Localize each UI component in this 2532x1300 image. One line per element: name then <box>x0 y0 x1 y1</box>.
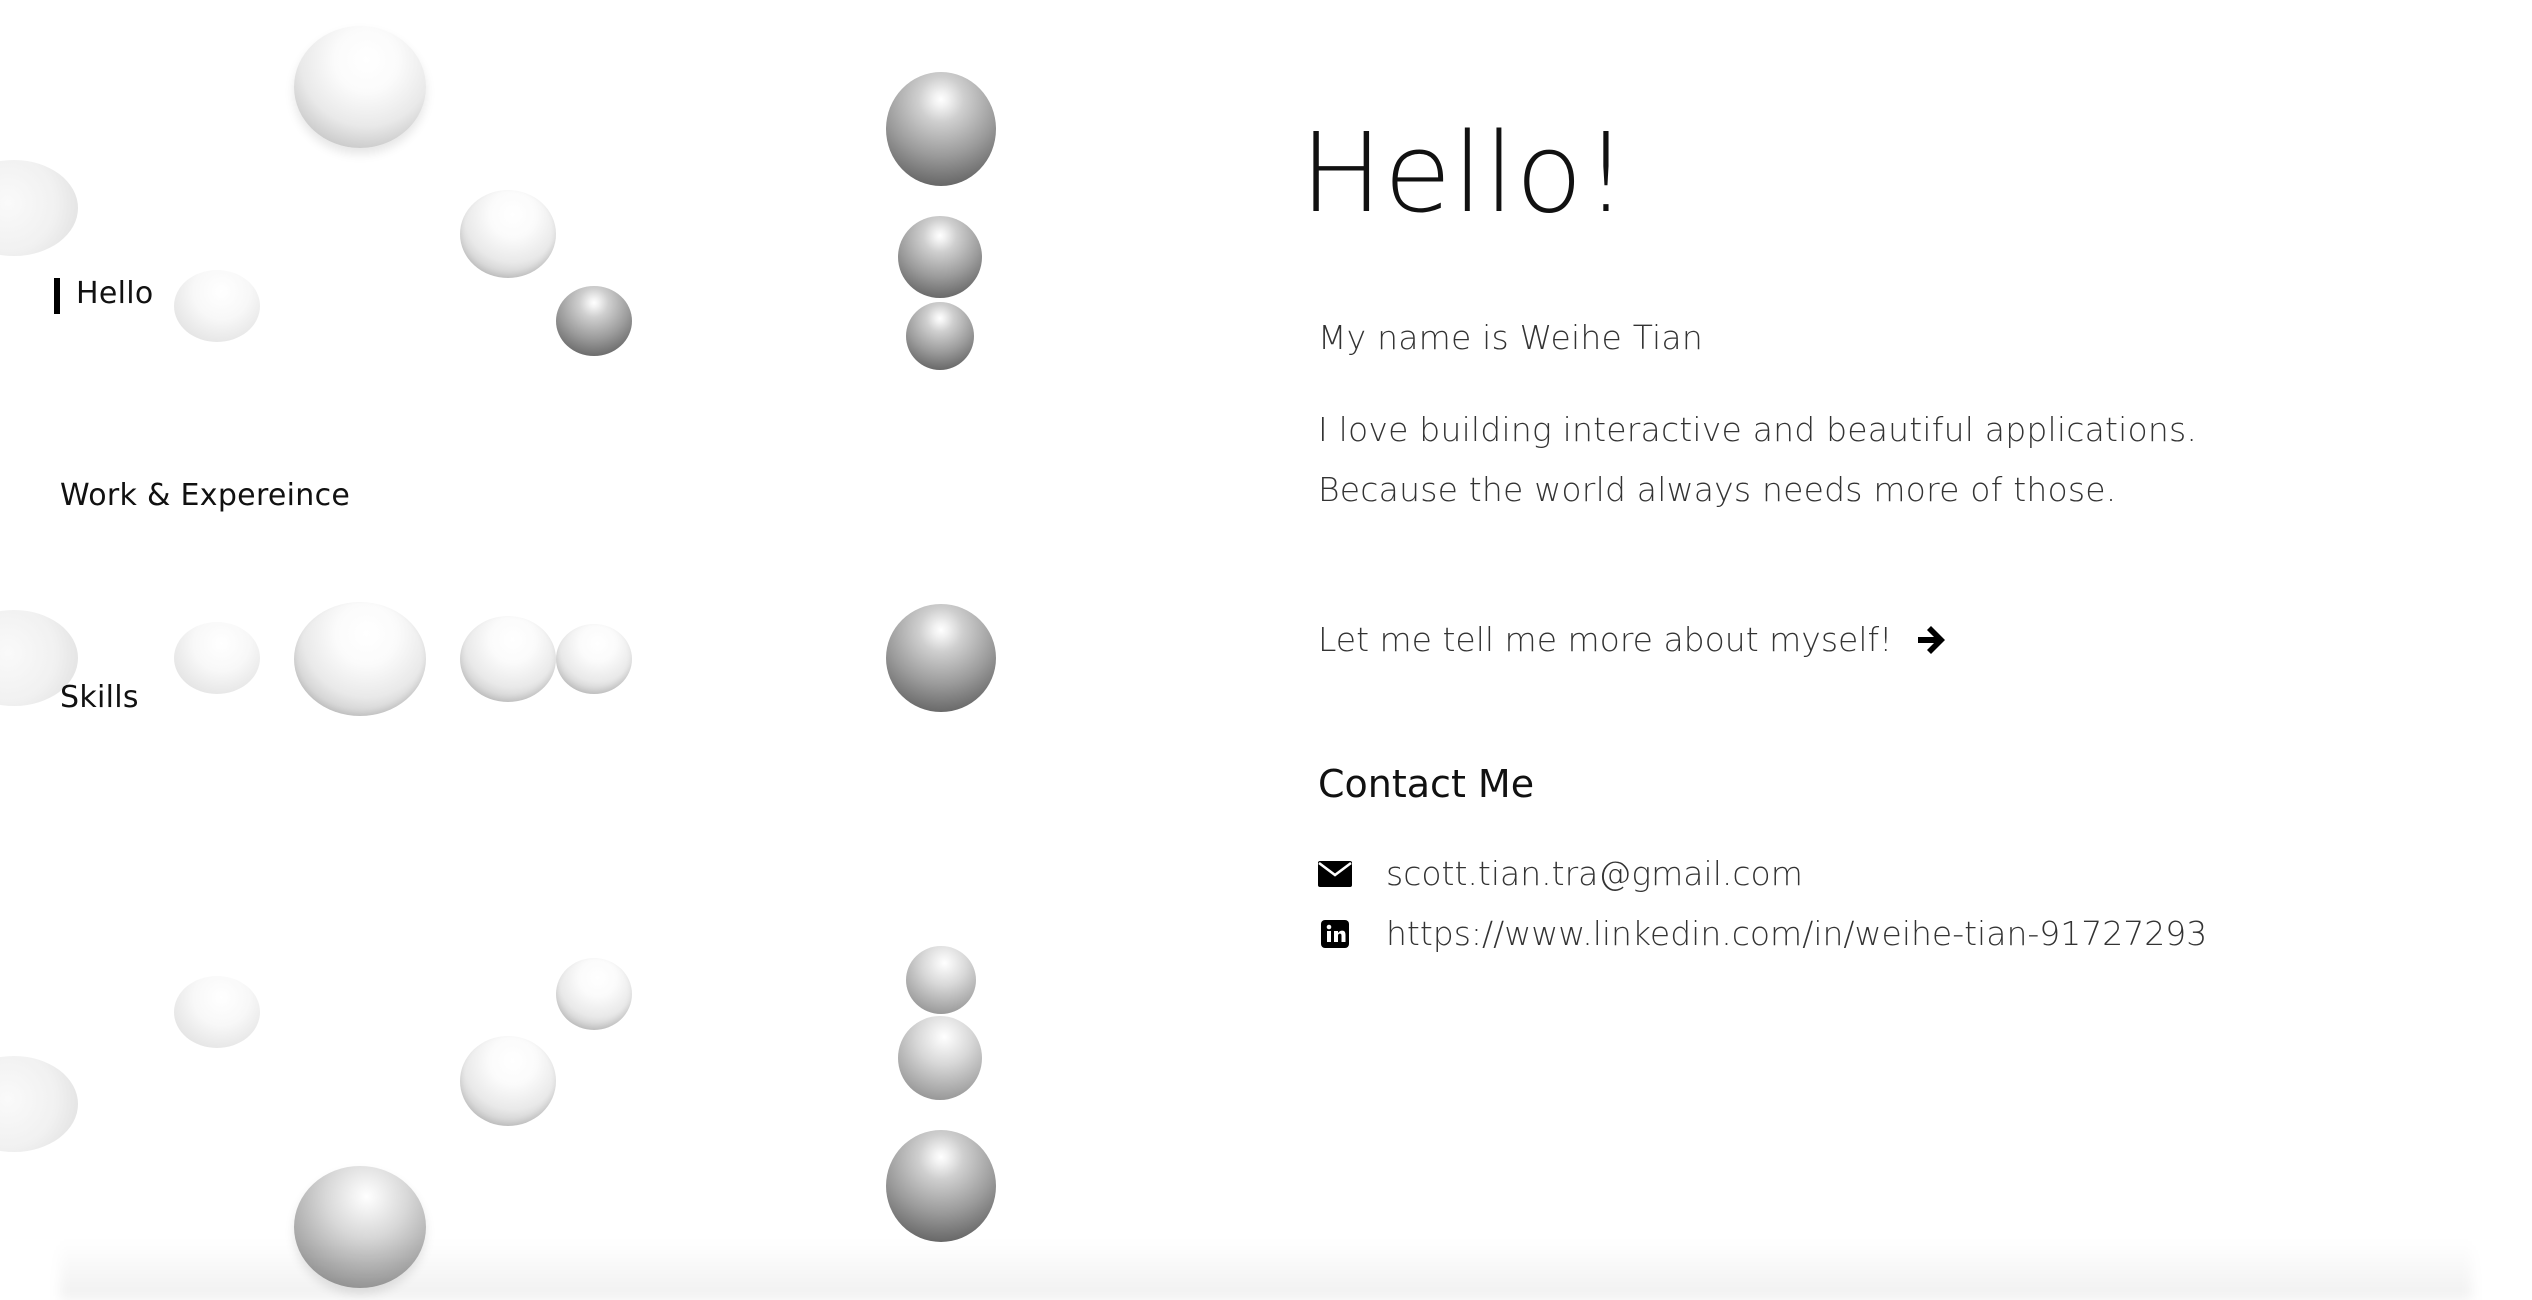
active-nav-indicator <box>54 278 60 314</box>
bubble <box>898 1016 982 1100</box>
email-link[interactable]: scott.tian.tra@gmail.com <box>1386 854 1803 893</box>
contact-heading: Contact Me <box>1318 762 1535 806</box>
bubble <box>906 302 974 370</box>
arrow-right-icon[interactable] <box>1914 623 1948 657</box>
bubble <box>906 946 976 1014</box>
nav-item-skills[interactable]: Skills <box>60 680 139 715</box>
nav-item-label: Work & Expereince <box>60 478 351 513</box>
more-about-me-link[interactable]: Let me tell me more about myself! <box>1318 620 1948 659</box>
intro-line-2: Because the world always needs more of t… <box>1318 470 2117 509</box>
bubble <box>886 604 996 712</box>
bubble <box>556 958 632 1030</box>
bubble <box>898 216 982 298</box>
bubble <box>556 624 632 694</box>
more-about-me-label: Let me tell me more about myself! <box>1318 620 1893 659</box>
nav-item-work-experience[interactable]: Work & Expereince <box>60 478 350 513</box>
bubble <box>460 1036 556 1126</box>
bubble <box>886 72 996 186</box>
bubble <box>460 190 556 278</box>
bottom-shadow <box>60 1240 2472 1300</box>
envelope-icon <box>1318 857 1352 891</box>
bubble <box>886 1130 996 1242</box>
nav-item-label: Skills <box>60 680 139 715</box>
contact-linkedin-row: https://www.linkedin.com/in/weihe-tian-9… <box>1318 914 2207 953</box>
nav-item-label: Hello <box>76 276 154 311</box>
contact-email-row: scott.tian.tra@gmail.com <box>1318 854 1803 893</box>
linkedin-link[interactable]: https://www.linkedin.com/in/weihe-tian-9… <box>1386 914 2207 953</box>
bubble <box>556 286 632 356</box>
nav-item-hello[interactable]: Hello <box>54 276 154 314</box>
linkedin-icon <box>1318 917 1352 951</box>
page-title: Hello! <box>1300 109 1629 237</box>
hello-section: Hello! My name is Weihe Tian I love buil… <box>1300 0 2480 1300</box>
intro-line-1: I love building interactive and beautifu… <box>1318 410 2198 449</box>
side-navigation: Hello Work & Expereince Skills <box>0 0 400 1300</box>
intro-name: My name is Weihe Tian <box>1318 318 1703 357</box>
bubble <box>460 616 556 702</box>
